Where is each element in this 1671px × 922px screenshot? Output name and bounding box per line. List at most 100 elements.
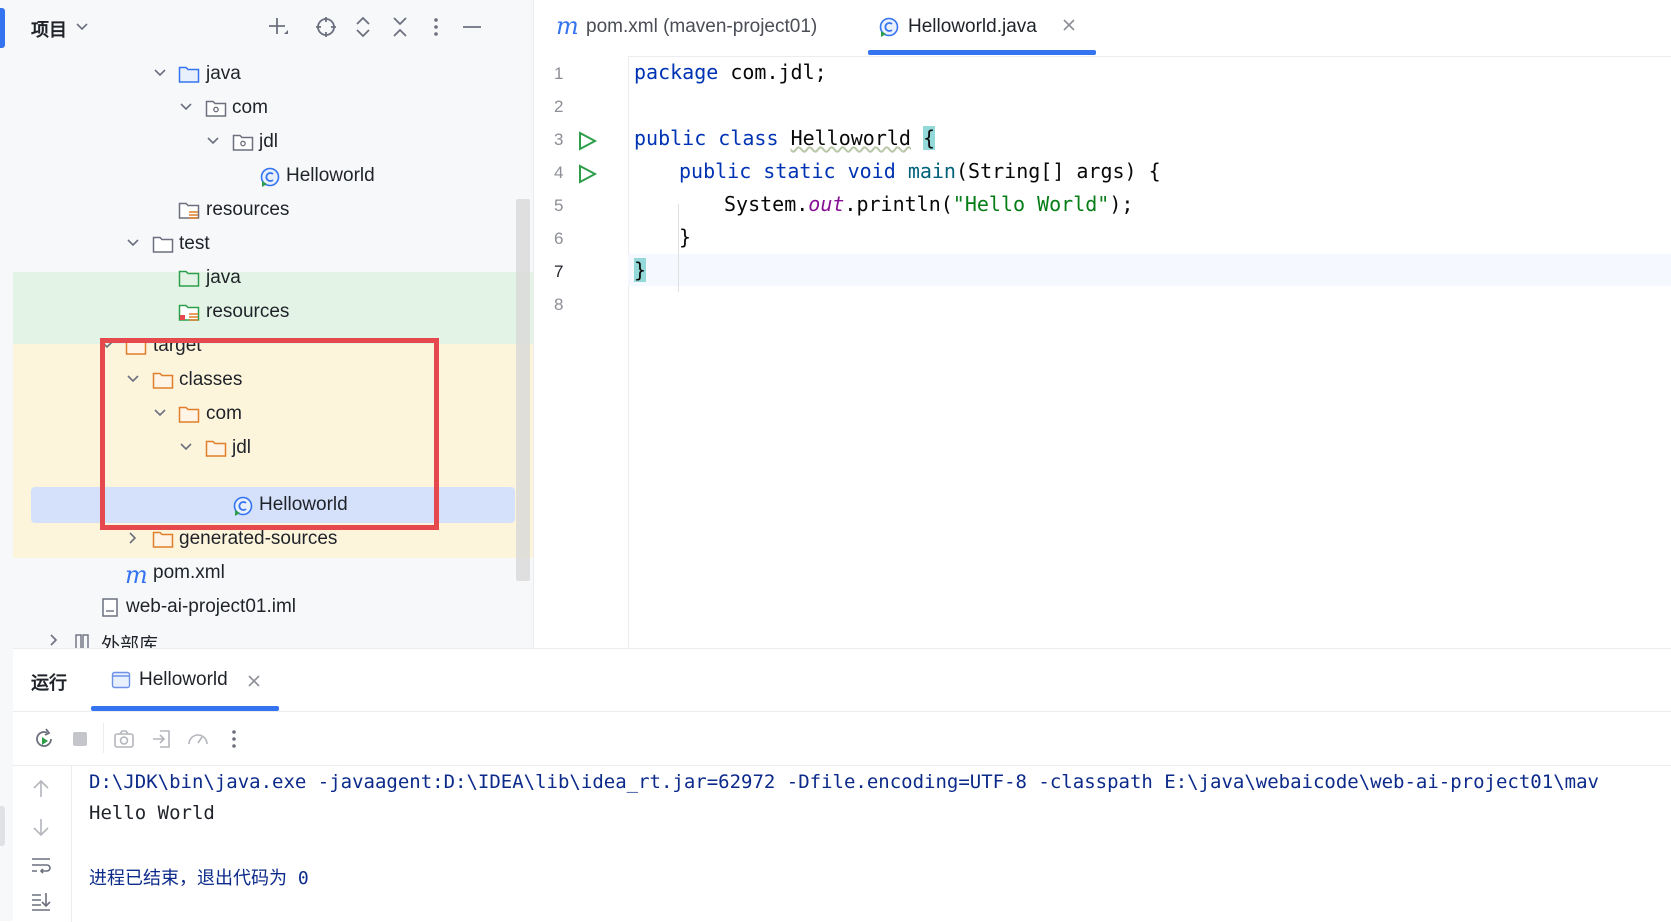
chevron-right-icon[interactable]	[125, 530, 141, 546]
more-options-icon[interactable]	[423, 14, 449, 40]
keyword: static	[763, 159, 836, 183]
maven-icon: m	[556, 12, 579, 40]
tree-item-label: jdl	[259, 131, 279, 152]
run-panel: 运行 Helloworld D:\JDK\bin\java.exe -javaa…	[13, 648, 1671, 922]
tree-item-test-java[interactable]: java	[13, 260, 533, 296]
string-literal: "Hello World"	[952, 192, 1110, 216]
keyword: package	[634, 60, 719, 84]
tree-item-classes[interactable]: classes	[13, 362, 533, 398]
tree-item-helloworld-class[interactable]: Helloworld	[13, 158, 533, 194]
project-scrollbar[interactable]	[516, 199, 530, 581]
tree-item-iml[interactable]: web-ai-project01.iml	[13, 589, 533, 625]
chevron-down-icon[interactable]	[125, 371, 141, 387]
code-editor[interactable]: package com.jdl; public class Helloworld…	[628, 56, 1671, 648]
exit-icon[interactable]	[149, 726, 175, 752]
camera-icon[interactable]	[111, 726, 137, 752]
more-options-icon[interactable]	[221, 726, 247, 752]
tree-item-target-com[interactable]: com	[13, 396, 533, 432]
stop-icon[interactable]	[67, 726, 93, 752]
arrow-down-icon[interactable]	[29, 815, 55, 841]
tree-item-label: resources	[206, 301, 290, 322]
iml-file-icon	[99, 597, 121, 617]
code-text: );	[1109, 192, 1134, 216]
line-number: 1	[554, 64, 564, 83]
tree-item-generated-sources[interactable]: generated-sources	[13, 521, 533, 557]
console-tab-icon	[111, 671, 131, 694]
run-tab-label[interactable]: Helloworld	[139, 669, 228, 691]
tree-item-test-resources[interactable]: resources	[13, 294, 533, 330]
scroll-to-end-icon[interactable]	[29, 889, 55, 915]
tree-item-pom-xml[interactable]: m pom.xml	[13, 555, 533, 591]
field: out	[808, 192, 845, 216]
run-gutter-icon[interactable]	[576, 130, 598, 157]
project-tool-indicator[interactable]	[0, 8, 5, 48]
tree-item-target[interactable]: target	[13, 328, 533, 364]
test-resources-folder-icon	[178, 302, 200, 322]
tree-item-label: resources	[206, 199, 290, 220]
collapse-all-icon[interactable]	[387, 14, 413, 40]
line-number: 2	[554, 97, 564, 116]
code-text: com.jdl;	[718, 60, 827, 84]
test-source-folder-icon	[178, 268, 200, 288]
expand-all-icon[interactable]	[350, 14, 376, 40]
active-tab-indicator	[868, 50, 1096, 55]
chevron-down-icon[interactable]	[75, 16, 89, 41]
line-number: 8	[554, 295, 564, 314]
keyword: public	[679, 159, 752, 183]
tree-item-external-libraries[interactable]: 外部库	[13, 623, 533, 648]
tree-item-main-resources[interactable]: resources	[13, 192, 533, 228]
chevron-down-icon[interactable]	[99, 337, 115, 353]
code-text: }	[679, 225, 692, 249]
project-panel-title[interactable]: 项目	[31, 16, 67, 42]
profiler-icon[interactable]	[185, 726, 211, 752]
java-class-icon	[259, 166, 281, 187]
tree-item-test[interactable]: test	[13, 226, 533, 262]
tree-item-label: target	[153, 335, 202, 356]
tree-item-main-java[interactable]: java	[13, 56, 533, 92]
chevron-down-icon[interactable]	[125, 235, 141, 251]
chevron-down-icon[interactable]	[178, 99, 194, 115]
brace: }	[634, 258, 647, 282]
arrow-up-icon[interactable]	[29, 777, 55, 803]
excluded-folder-icon	[152, 370, 174, 390]
code-line-1: package com.jdl;	[634, 60, 827, 84]
keyword: void	[847, 159, 896, 183]
tree-item-label: com	[232, 97, 268, 118]
chevron-down-icon[interactable]	[152, 65, 168, 81]
keyword: public	[634, 126, 707, 150]
tree-item-label: test	[179, 233, 210, 254]
tree-item-label: java	[206, 267, 241, 288]
console-output[interactable]: D:\JDK\bin\java.exe -javaagent:D:\IDEA\l…	[71, 765, 1671, 922]
project-panel: 项目 java com jdl Helloworld resources tes…	[13, 0, 534, 648]
tree-item-helloworld-compiled[interactable]: Helloworld	[13, 487, 533, 523]
locate-icon[interactable]	[313, 14, 339, 40]
method-name: main	[907, 159, 956, 183]
rerun-icon[interactable]	[31, 726, 57, 752]
close-icon[interactable]	[247, 674, 261, 693]
tab-helloworld-java[interactable]: Helloworld.java	[868, 0, 1096, 56]
add-icon[interactable]	[265, 14, 291, 40]
tree-item-label: generated-sources	[179, 528, 338, 549]
package-icon	[205, 98, 227, 118]
soft-wrap-icon[interactable]	[29, 853, 55, 879]
run-toolbar	[13, 711, 1671, 766]
close-icon[interactable]	[1062, 18, 1076, 37]
console-command-line: D:\JDK\bin\java.exe -javaagent:D:\IDEA\l…	[89, 771, 1599, 793]
tree-item-target-jdl[interactable]: jdl	[13, 430, 533, 466]
hide-panel-icon[interactable]	[459, 14, 485, 40]
tree-item-main-com[interactable]: com	[13, 90, 533, 126]
run-panel-title: 运行	[31, 673, 67, 693]
chevron-down-icon[interactable]	[178, 439, 194, 455]
tree-item-main-jdl[interactable]: jdl	[13, 124, 533, 160]
library-icon	[73, 631, 95, 648]
chevron-right-icon[interactable]	[46, 632, 62, 648]
run-gutter-icon[interactable]	[576, 163, 598, 190]
tree-item-label: pom.xml	[153, 562, 225, 583]
chevron-down-icon[interactable]	[205, 133, 221, 149]
tab-label: Helloworld.java	[908, 16, 1037, 37]
tree-item-label: 外部库	[101, 635, 159, 648]
tab-pom-xml[interactable]: m pom.xml (maven-project01)	[534, 0, 854, 56]
chevron-down-icon[interactable]	[152, 405, 168, 421]
console-exit-line: 进程已结束，退出代码为 0	[89, 868, 309, 889]
run-tool-indicator[interactable]	[0, 806, 5, 846]
